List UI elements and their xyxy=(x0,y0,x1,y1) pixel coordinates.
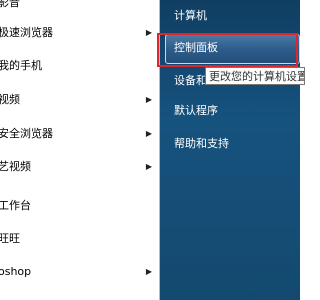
tooltip: 更改您的计算机设置 xyxy=(205,67,305,85)
program-label: 工作台 xyxy=(0,199,31,212)
program-label: 视频 xyxy=(0,93,20,106)
submenu-arrow-icon: ▶ xyxy=(145,162,152,171)
program-item-photoshop[interactable]: oshop ▶ xyxy=(0,255,159,289)
menu-item-label: 默认程序 xyxy=(174,104,218,117)
program-label: oshop xyxy=(0,265,32,278)
program-item-video[interactable]: 视频 ▶ xyxy=(0,83,159,117)
submenu-arrow-icon: ▶ xyxy=(145,95,152,104)
menu-item-label: 帮助和支持 xyxy=(174,137,229,150)
start-menu-programs-pane: 影音 极速浏览器 ▶ 我的手机 视频 ▶ 安全浏览器 ▶ 艺视频 ▶ 工作台 旺… xyxy=(0,0,160,300)
menu-item-default-programs[interactable]: 默认程序 xyxy=(160,98,300,124)
submenu-arrow-icon: ▶ xyxy=(145,28,152,37)
program-label: 艺视频 xyxy=(0,160,31,173)
menu-item-computer[interactable]: 计算机 xyxy=(160,3,300,29)
submenu-arrow-icon: ▶ xyxy=(145,129,152,138)
menu-item-label: 计算机 xyxy=(174,9,207,22)
start-menu-right-pane: 计算机 控制面板 设备和 默认程序 帮助和支持 xyxy=(160,0,300,300)
menu-item-help[interactable]: 帮助和支持 xyxy=(160,131,300,157)
program-item-wangwang[interactable]: 旺旺 xyxy=(0,222,159,256)
submenu-arrow-icon: ▶ xyxy=(145,267,152,276)
program-label: 安全浏览器 xyxy=(0,127,53,140)
program-item-browser[interactable]: 极速浏览器 ▶ xyxy=(0,16,159,50)
program-label: 极速浏览器 xyxy=(0,26,53,39)
program-item-art-video[interactable]: 艺视频 ▶ xyxy=(0,150,159,184)
menu-item-label: 设备和 xyxy=(174,74,207,87)
program-label: 我的手机 xyxy=(0,59,42,72)
menu-item-control-panel[interactable]: 控制面板 xyxy=(160,35,300,61)
menu-item-label: 控制面板 xyxy=(174,41,218,54)
program-label: 旺旺 xyxy=(0,232,20,245)
program-item-workbench[interactable]: 工作台 xyxy=(0,189,159,223)
program-item-secure-browser[interactable]: 安全浏览器 ▶ xyxy=(0,117,159,151)
program-item-phone[interactable]: 我的手机 xyxy=(0,49,159,83)
